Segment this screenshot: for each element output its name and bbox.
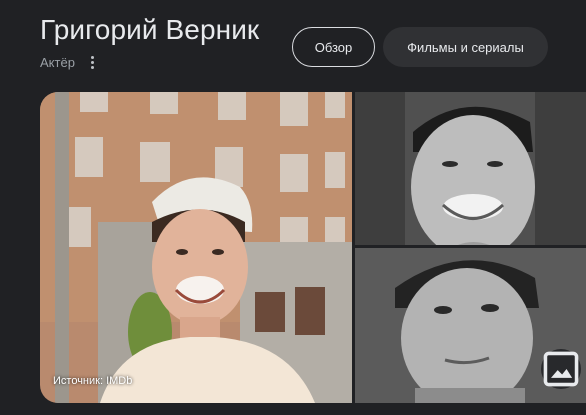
image-gallery: Источник: IMDb xyxy=(40,92,586,403)
tab-overview-label: Обзор xyxy=(314,39,353,55)
portrait-smiling-image xyxy=(355,92,586,245)
tab-films-label: Фильмы и сериалы xyxy=(407,39,524,55)
main-photo[interactable]: Источник: IMDb xyxy=(40,92,352,403)
tab-films-and-series[interactable]: Фильмы и сериалы xyxy=(383,27,548,67)
tab-overview[interactable]: Обзор xyxy=(292,27,375,67)
more-images-button[interactable] xyxy=(541,349,581,389)
more-vert-icon[interactable] xyxy=(85,53,101,71)
image-icon xyxy=(543,351,579,387)
entity-subtitle: Актёр xyxy=(40,54,75,70)
more-dot xyxy=(91,60,95,64)
more-dot xyxy=(91,65,95,69)
entity-title: Григорий Верник xyxy=(40,14,260,45)
image-source-caption: Источник: IMDb xyxy=(53,375,133,387)
portrait-serious[interactable] xyxy=(355,248,586,403)
subtitle-row: Актёр xyxy=(40,53,101,71)
main-photo-image xyxy=(40,92,352,403)
portrait-smiling[interactable] xyxy=(355,92,586,245)
more-dot xyxy=(91,55,95,59)
